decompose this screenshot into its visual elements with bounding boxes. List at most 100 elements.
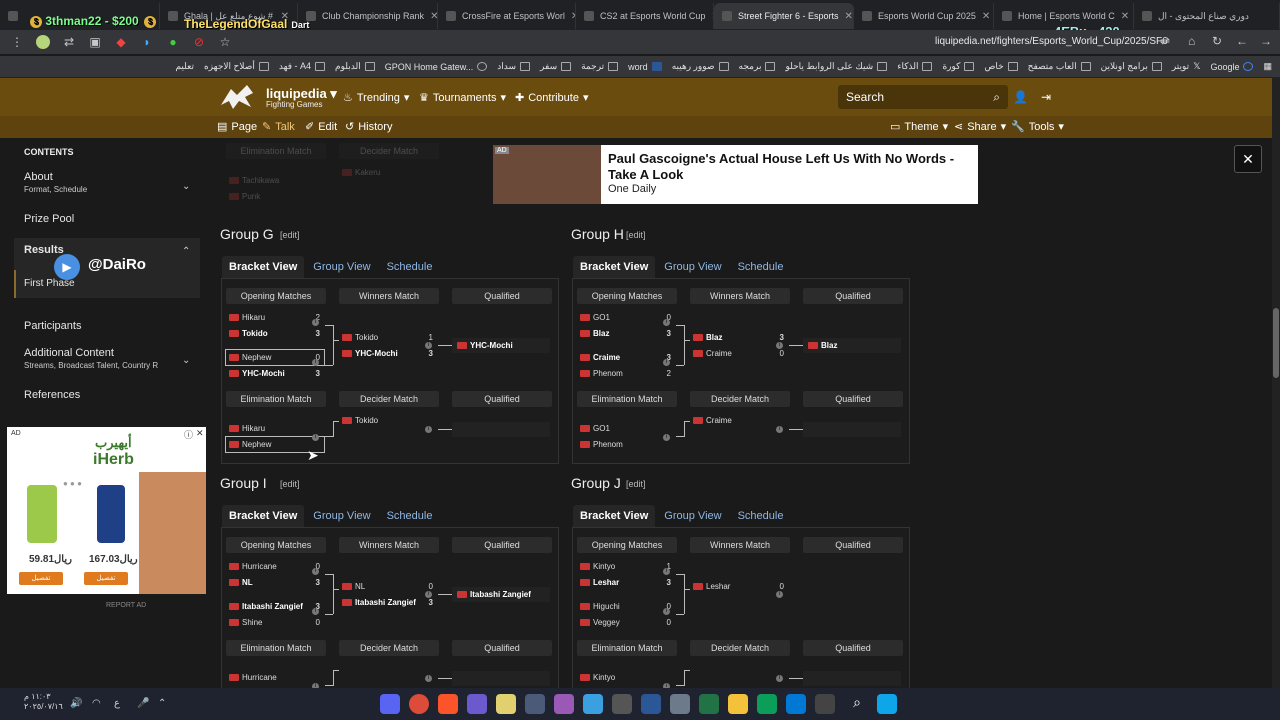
qualified-team[interactable]: Itabashi Zangief [452,587,550,602]
bookmark[interactable]: أصلاح الاجهزه [204,61,269,72]
toc-item-additional-content[interactable]: Additional Content Streams, Broadcast Tal… [24,347,158,370]
team-name[interactable]: NL [355,582,365,591]
team-row[interactable]: GO1 0 [577,310,675,325]
team-name[interactable]: Nephew [242,440,271,449]
chevron-down-icon[interactable]: ⌄ [182,181,190,192]
app-icon[interactable] [554,694,574,714]
match-info-icon[interactable]: i [663,359,670,366]
match-info-icon[interactable]: i [776,675,783,682]
clock[interactable]: ١١:٠٣ م ٢٠٢٥/٠٧/١٦ [24,692,63,712]
team-name[interactable]: Craime [706,416,732,425]
bookmark[interactable]: صوور رهيبه [672,61,729,72]
edge-icon[interactable] [757,694,777,714]
site-settings-icon[interactable]: ⇌ [1160,34,1170,48]
team-row[interactable]: Kintyo 1 [577,559,675,574]
store-icon[interactable] [525,694,545,714]
tools-menu[interactable]: 🔧 Tools ▾ [1011,120,1064,134]
bookmark[interactable]: سفر [540,61,572,72]
tab-schedule[interactable]: Schedule [731,256,791,278]
match-info-icon[interactable]: i [663,608,670,615]
tab-schedule[interactable]: Schedule [380,256,440,278]
tab-bracket-view[interactable]: Bracket View [573,505,656,527]
match-info-icon[interactable]: i [425,591,432,598]
close-icon[interactable]: ✕ [196,428,204,439]
extension-icon[interactable]: ◆ [114,35,128,49]
team-name[interactable]: Leshar [706,582,730,591]
tab-page[interactable]: ▤ Page [217,120,257,134]
bookmark[interactable]: word [628,62,662,72]
chevron-up-icon[interactable]: ⌃ [158,698,166,709]
speaker-icon[interactable]: 🔊 [70,698,82,709]
tab-edit[interactable]: ✐ Edit [305,120,337,134]
match-info-icon[interactable]: i [312,359,319,366]
theme-menu[interactable]: ▭ Theme ▾ [890,120,948,134]
team-name[interactable]: Craime [706,349,732,358]
tab-bracket-view[interactable]: Bracket View [573,256,656,278]
extension-icon[interactable]: ▣ [88,35,102,49]
chrome-icon[interactable] [409,694,429,714]
browser-tab[interactable]: Esports World Cup 2025 ✕ [854,3,994,29]
team-row[interactable]: Tokido [339,413,437,428]
team-row[interactable]: Itabashi Zangief 3 [339,595,437,610]
tab-group-view[interactable]: Group View [306,256,377,278]
browser-tab[interactable]: CrossFire at Esports Worl✕ [438,3,576,29]
team-name[interactable]: YHC-Mochi [355,349,398,358]
team-name[interactable]: Hurricane [242,562,277,571]
scrollbar[interactable] [1272,78,1280,688]
toc-item-results[interactable]: Results [24,244,64,256]
language-icon[interactable]: ع [114,698,120,709]
carousel-dots[interactable]: ● ● ● [63,479,82,488]
menu-icon[interactable]: ⋮ [10,35,24,49]
browser-tab[interactable]: دوري صناع المحتوى - ال [1134,3,1280,29]
wifi-icon[interactable]: ◠ [92,698,101,709]
qualified-team[interactable]: YHC-Mochi [452,338,550,353]
brave-icon[interactable] [438,694,458,714]
chevron-down-icon[interactable]: ⌄ [182,355,190,366]
team-row[interactable]: Hurricane 0 [226,559,324,574]
app-icon[interactable] [815,694,835,714]
forward-icon[interactable]: → [1260,34,1272,48]
match-info-icon[interactable]: i [663,434,670,441]
match-info-icon[interactable]: i [663,568,670,575]
team-row[interactable]: Hikaru 2 [226,310,324,325]
team-name[interactable]: Itabashi Zangief [242,602,303,611]
team-name[interactable]: YHC-Mochi [242,369,285,378]
team-name[interactable]: Blaz [593,329,609,338]
bookmark[interactable]: تعليم [175,61,194,72]
team-name[interactable]: Kintyo [593,562,615,571]
team-name[interactable]: Hikaru [242,313,265,322]
team-name[interactable]: Phenom [593,369,623,378]
bookmark[interactable]: ترجمة [581,61,619,72]
team-row[interactable]: Tokido 3 [226,326,324,341]
team-row[interactable]: Higuchi 0 [577,599,675,614]
search-icon[interactable]: ⌕ [847,694,867,714]
close-icon[interactable]: ✕ [430,11,437,22]
team-name[interactable]: Hikaru [242,424,265,433]
team-name[interactable]: Itabashi Zangief [355,598,416,607]
team-name[interactable]: Nephew [242,353,271,362]
match-info-icon[interactable]: i [663,319,670,326]
profile-icon[interactable] [36,35,50,49]
bookmark[interactable]: برامج اونلاين [1101,61,1162,72]
team-row[interactable]: Craime [690,413,788,428]
team-name[interactable]: Tokido [242,329,268,338]
team-name[interactable]: Shine [242,618,262,627]
match-info-icon[interactable]: i [776,426,783,433]
team-name[interactable]: Craime [593,353,620,362]
team-row[interactable]: GO1 [577,421,675,436]
team-row[interactable]: Veggey 0 [577,615,675,630]
home-icon[interactable]: ⌂ [1188,34,1195,48]
bookmark[interactable]: خاص [984,61,1018,72]
close-icon[interactable]: ✕ [1121,11,1129,22]
team-name[interactable]: Leshar [593,578,619,587]
scrollbar-thumb[interactable] [1273,308,1279,378]
bookmark[interactable]: تويتر 𝕏 [1172,61,1201,72]
windows-start-icon[interactable] [877,694,897,714]
team-row[interactable]: Hurricane [226,670,324,685]
microphone-icon[interactable]: 🎤 [137,698,149,709]
team-name[interactable]: NL [242,578,253,587]
team-name[interactable]: GO1 [593,313,610,322]
tab-schedule[interactable]: Schedule [731,505,791,527]
team-name[interactable]: Hurricane [242,673,277,682]
word-icon[interactable] [641,694,661,714]
